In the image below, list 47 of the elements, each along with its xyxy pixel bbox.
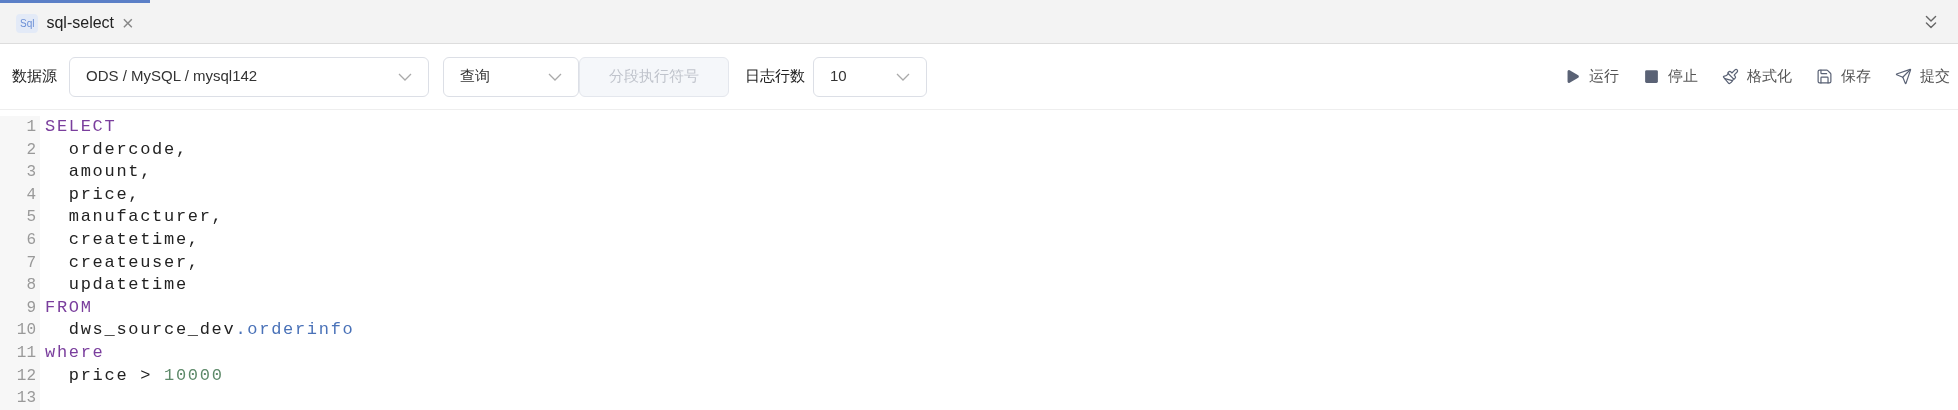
datasource-label: 数据源 — [12, 66, 57, 87]
line-number: 4 — [25, 184, 36, 206]
toolbar-action[interactable]: 运行 — [1564, 65, 1619, 88]
code-token: createtime, — [67, 228, 200, 251]
line-number: 10 — [15, 320, 36, 342]
line-number: 6 — [25, 229, 36, 251]
save-icon — [1816, 68, 1833, 85]
code-token: amount, — [67, 161, 153, 184]
code-token: price, — [67, 183, 141, 206]
send-icon — [1895, 68, 1912, 85]
chevron-down-icon — [398, 72, 412, 81]
brush-icon — [1722, 68, 1739, 85]
log-rows-label: 日志行数 — [745, 66, 805, 87]
toolbar-action[interactable]: 保存 — [1816, 65, 1871, 88]
code-token: updatetime — [67, 274, 188, 297]
mode-select[interactable]: 查询 — [443, 56, 579, 97]
code-token: dws_source_dev — [67, 319, 236, 342]
tab-title: sql-select — [46, 13, 115, 33]
line-number: 11 — [15, 342, 36, 364]
code-token: .orderinfo — [235, 319, 355, 342]
line-number: 7 — [25, 252, 36, 274]
code-token: FROM — [45, 296, 93, 319]
code-token: ordercode, — [67, 138, 188, 161]
code-token: createuser, — [67, 251, 200, 274]
toolbar-action[interactable]: 提交 — [1895, 65, 1950, 88]
line-number: 9 — [25, 297, 36, 319]
line-number: 13 — [15, 388, 36, 410]
editor-tab[interactable]: Sql sql-select × — [0, 0, 150, 43]
sql-file-badge: Sql — [16, 13, 39, 33]
code-token: price > — [67, 364, 154, 387]
line-number: 5 — [25, 207, 36, 229]
log-rows-select[interactable]: 10 — [813, 56, 927, 97]
line-number: 3 — [25, 162, 36, 184]
line-number: 12 — [15, 365, 36, 387]
line-number: 1 — [25, 117, 36, 138]
toolbar-action[interactable]: 停止 — [1643, 65, 1698, 88]
line-number: 8 — [25, 275, 36, 297]
chevron-down-icon — [548, 72, 562, 81]
code-token: where — [45, 341, 105, 364]
code-token: 10000 — [164, 364, 224, 387]
stop-icon — [1643, 68, 1660, 85]
toolbar-action[interactable]: 格式化 — [1722, 65, 1792, 88]
datasource-select[interactable]: ODS / MySQL / mysql142 — [69, 56, 429, 97]
code-token: manufacturer, — [67, 206, 224, 229]
code-token: SELECT — [45, 116, 117, 138]
chevron-down-icon — [896, 72, 910, 81]
line-number: 2 — [25, 139, 36, 161]
